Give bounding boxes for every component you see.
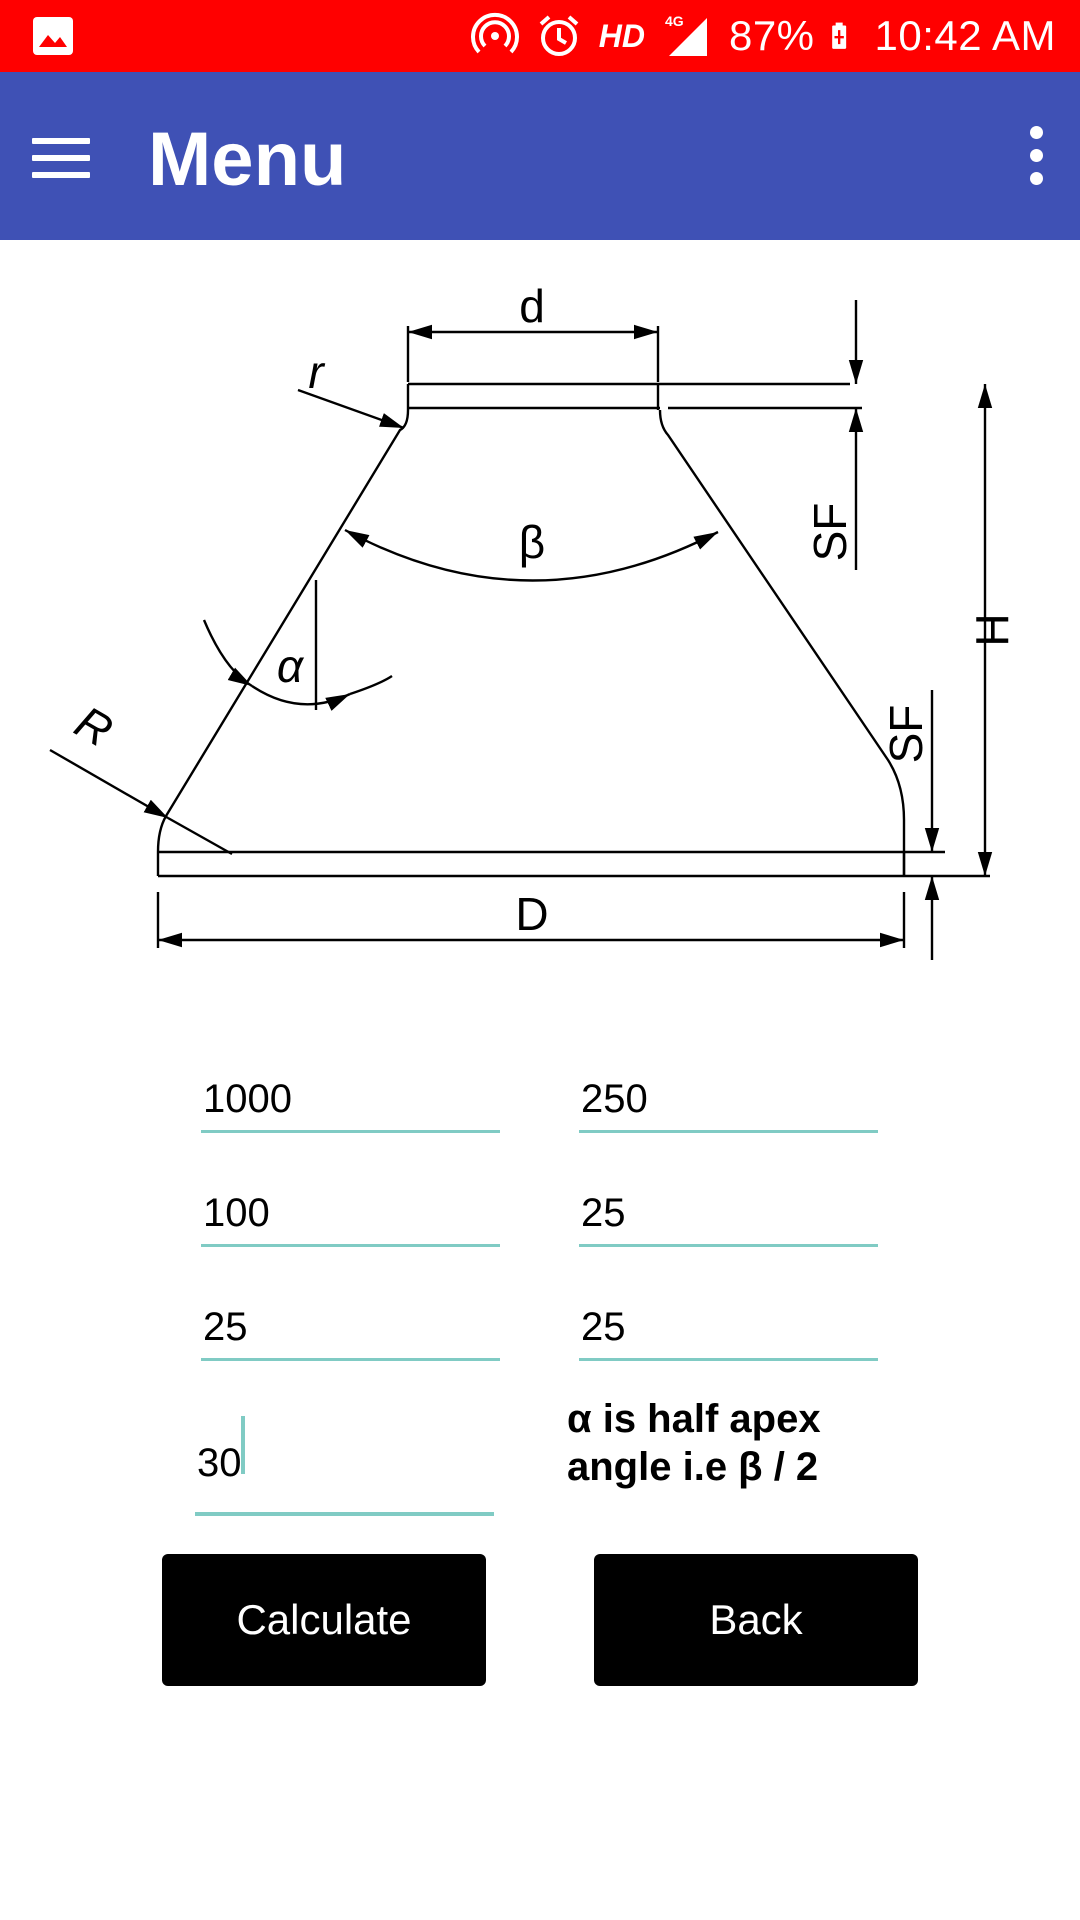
diagram-svg: d r β α R D SF SF H [49,280,1018,960]
label-D: D [515,888,548,940]
overflow-menu-icon[interactable] [1016,126,1056,190]
label-sf-top: SF [804,503,856,562]
signal-icon: 4G [665,13,707,56]
input-field-6[interactable] [579,1288,882,1361]
alpha-note: α is half apex angle i.e β / 2 [567,1395,897,1491]
input-sf-top[interactable] [201,1305,504,1350]
status-time: 10:42 AM [874,12,1056,59]
input-field-4[interactable] [579,1174,882,1247]
label-alpha: α [277,640,305,692]
app-bar: Menu [0,72,1080,240]
image-icon [33,17,73,55]
page-title: Menu [148,117,347,202]
label-R: R [67,695,122,757]
label-H: H [966,613,1018,646]
label-d: d [519,280,545,332]
hamburger-menu-icon[interactable] [32,138,90,178]
input-field-2[interactable] [579,1060,882,1133]
input-D[interactable] [201,1077,504,1122]
battery-percent: 87% [728,12,815,59]
input-field-7[interactable] [195,1400,498,1516]
input-field-3[interactable] [201,1174,504,1247]
label-r: r [308,346,325,398]
input-d[interactable] [579,1077,882,1122]
svg-text:4G: 4G [665,13,684,29]
cone-reducer-diagram: d r β α R D SF SF H [0,240,1080,990]
alpha-note-line2: angle i.e β / 2 [567,1445,819,1489]
label-sf-bottom: SF [880,705,932,764]
status-bar: HD 4G 87% 10:42 AM [0,0,1080,72]
calculate-button[interactable]: Calculate [162,1554,486,1686]
input-R[interactable] [579,1191,882,1236]
label-beta: β [519,516,545,568]
hotspot-icon [470,12,519,54]
alarm-icon [539,15,579,56]
input-field-5[interactable] [201,1288,504,1361]
input-sf-bottom[interactable] [579,1305,882,1350]
text-caret [241,1416,245,1474]
alpha-note-line1: α is half apex [567,1397,821,1441]
input-field-1[interactable] [201,1060,504,1133]
hd-indicator: HD [598,17,645,54]
back-button[interactable]: Back [594,1554,918,1686]
input-r[interactable] [201,1191,504,1236]
battery-charging-icon [831,22,846,49]
